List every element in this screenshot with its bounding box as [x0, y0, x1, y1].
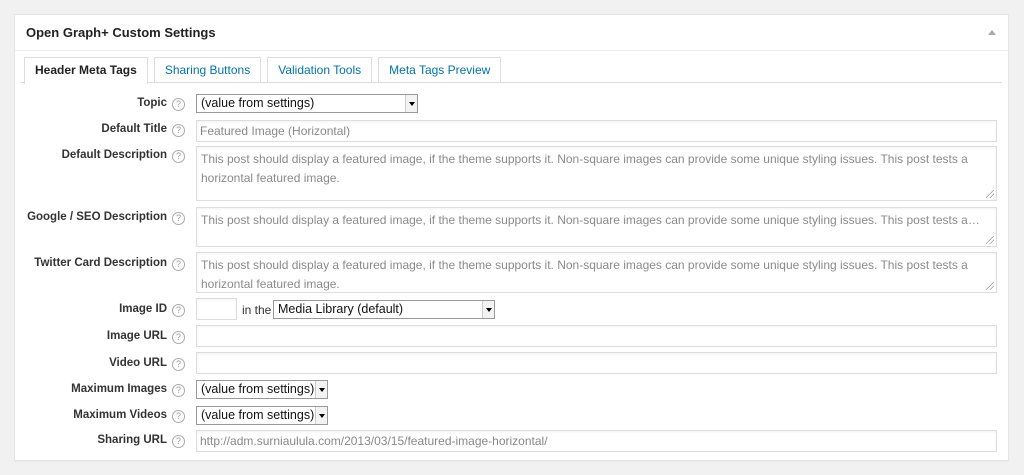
- help-icon[interactable]: ?: [172, 331, 185, 344]
- image-id-input[interactable]: [196, 298, 237, 320]
- open-graph-settings-box: Open Graph+ Custom Settings Header Meta …: [14, 14, 1009, 461]
- google-description-text: This post should display a featured imag…: [201, 213, 980, 227]
- sharing-url-input[interactable]: http://adm.surniaulula.com/2013/03/15/fe…: [196, 430, 997, 452]
- default-description-text: This post should display a featured imag…: [201, 152, 968, 185]
- default-title-input[interactable]: Featured Image (Horizontal): [196, 120, 997, 142]
- topic-label: Topic: [137, 97, 167, 109]
- help-icon[interactable]: ?: [172, 410, 185, 423]
- chevron-down-icon: [405, 95, 417, 112]
- help-icon[interactable]: ?: [172, 358, 185, 371]
- postbox-header: Open Graph+ Custom Settings: [15, 15, 1008, 51]
- header-meta-tags-panel: Topic ? (value from settings) Default Ti…: [21, 82, 1002, 454]
- resize-handle-icon[interactable]: [986, 236, 994, 244]
- image-id-label: Image ID: [119, 303, 167, 315]
- help-icon[interactable]: ?: [172, 150, 185, 163]
- help-icon[interactable]: ?: [172, 435, 185, 448]
- chevron-down-icon: [315, 407, 327, 424]
- topic-select[interactable]: (value from settings): [196, 94, 418, 113]
- max-images-label: Maximum Images: [71, 383, 167, 395]
- help-icon[interactable]: ?: [172, 304, 185, 317]
- resize-handle-icon[interactable]: [986, 190, 994, 198]
- video-url-label: Video URL: [109, 357, 167, 369]
- help-icon[interactable]: ?: [172, 212, 185, 225]
- chevron-down-icon: [482, 301, 494, 318]
- google-description-textarea[interactable]: This post should display a featured imag…: [196, 207, 997, 247]
- image-library-select-value: Media Library (default): [278, 302, 404, 316]
- help-icon[interactable]: ?: [172, 258, 185, 271]
- sharing-url-label: Sharing URL: [97, 434, 167, 446]
- image-library-select[interactable]: Media Library (default): [273, 300, 495, 319]
- default-description-label: Default Description: [61, 149, 167, 161]
- max-videos-select[interactable]: (value from settings): [196, 406, 328, 425]
- image-url-input[interactable]: [196, 325, 997, 347]
- help-icon[interactable]: ?: [172, 98, 185, 111]
- resize-handle-icon[interactable]: [986, 282, 994, 290]
- tab-sharing-buttons[interactable]: Sharing Buttons: [153, 57, 262, 83]
- max-videos-label: Maximum Videos: [73, 409, 167, 421]
- twitter-description-label: Twitter Card Description: [34, 257, 167, 269]
- help-icon[interactable]: ?: [172, 124, 185, 137]
- tab-meta-tags-preview[interactable]: Meta Tags Preview: [378, 57, 502, 83]
- default-title-label: Default Title: [101, 123, 167, 135]
- max-images-select-value: (value from settings): [201, 382, 315, 396]
- help-icon[interactable]: ?: [172, 384, 185, 397]
- google-description-label: Google / SEO Description: [27, 211, 167, 223]
- postbox-title: Open Graph+ Custom Settings: [26, 25, 216, 40]
- chevron-down-icon: [315, 381, 327, 398]
- max-videos-select-value: (value from settings): [201, 408, 315, 422]
- in-the-text: in the: [242, 303, 272, 317]
- twitter-description-text: This post should display a featured imag…: [201, 258, 968, 291]
- tab-validation-tools[interactable]: Validation Tools: [267, 57, 373, 83]
- tab-bar: Header Meta Tags Sharing Buttons Validat…: [24, 57, 502, 84]
- twitter-description-textarea[interactable]: This post should display a featured imag…: [196, 252, 997, 293]
- default-description-textarea[interactable]: This post should display a featured imag…: [196, 146, 997, 201]
- collapse-arrow-icon[interactable]: [988, 30, 996, 35]
- image-url-label: Image URL: [106, 330, 167, 342]
- tab-header-meta-tags[interactable]: Header Meta Tags: [24, 57, 148, 84]
- max-images-select[interactable]: (value from settings): [196, 380, 328, 399]
- topic-select-value: (value from settings): [201, 96, 315, 110]
- video-url-input[interactable]: [196, 352, 997, 374]
